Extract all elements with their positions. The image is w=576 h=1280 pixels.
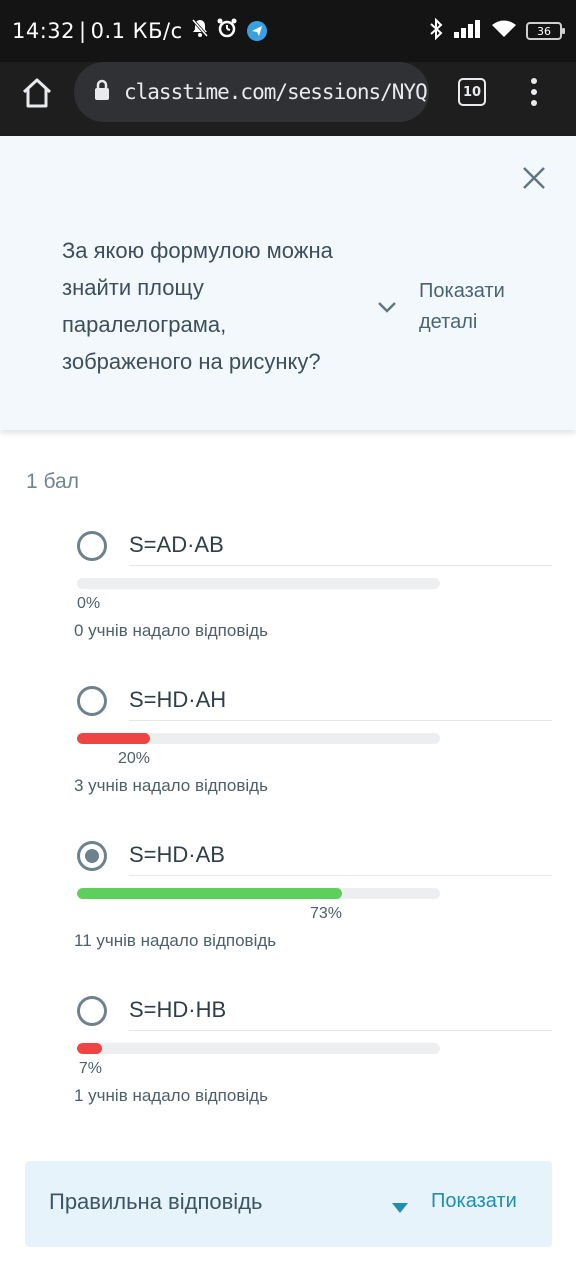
progress-track (77, 1043, 440, 1054)
progress-fill (77, 733, 150, 744)
signal-icon (454, 20, 482, 42)
answer-option: S=HD·AH 20% 3 учнів надало відповідь (0, 686, 576, 826)
answer-label: S=HD·HB (129, 997, 227, 1022)
percent-label: 7% (78, 1060, 102, 1077)
lock-icon (94, 79, 110, 105)
alarm-icon (217, 18, 237, 43)
divider (129, 875, 552, 876)
close-icon[interactable] (518, 162, 550, 194)
answer-label: S=HD·AH (129, 687, 227, 712)
menu-dot (531, 89, 537, 95)
answer-option: S=AD·AB 0% 0 учнів надало відповідь (0, 531, 576, 671)
menu-dot (531, 100, 537, 106)
response-count: 0 учнів надало відповідь (74, 621, 268, 640)
response-count: 11 учнів надало відповідь (74, 931, 277, 950)
battery-level: 36 (537, 24, 551, 38)
radio-button[interactable] (77, 841, 107, 871)
menu-dot (531, 78, 537, 84)
divider (129, 720, 552, 721)
progress-fill (77, 888, 342, 899)
wifi-icon (492, 20, 516, 42)
telegram-icon (246, 20, 267, 41)
radio-button[interactable] (77, 531, 107, 561)
status-left: 14:32 | 0.1 КБ/с (12, 18, 267, 43)
status-divider: | (79, 18, 87, 43)
url-bar[interactable]: classtime.com/sessions/NYQ (74, 62, 429, 122)
battery-icon: 36 (526, 22, 565, 40)
divider (129, 1030, 552, 1031)
bell-off-icon (191, 18, 209, 43)
status-speed: 0.1 КБ/с (90, 18, 183, 43)
progress-track (77, 888, 440, 899)
progress-fill (77, 1043, 102, 1054)
status-right: 36 (428, 17, 565, 44)
percent-label: 73% (309, 905, 342, 922)
tabs-button[interactable]: 10 (458, 78, 486, 106)
response-count: 3 учнів надало відповідь (74, 776, 268, 795)
answer-option: S=HD·HB 7% 1 учнів надало відповідь (0, 996, 576, 1136)
radio-button[interactable] (77, 686, 107, 716)
question-text: За якою формулою можна знайти площу пара… (62, 238, 333, 374)
correct-answer-panel[interactable]: Правильна відповідь Показати (25, 1161, 552, 1247)
progress-track (77, 578, 440, 589)
caret-down-icon[interactable] (392, 1198, 408, 1213)
percent-label: 0% (77, 595, 101, 612)
progress-track (77, 733, 440, 744)
chevron-down-icon[interactable] (376, 296, 398, 318)
divider (129, 565, 552, 566)
show-details-link[interactable]: Показати деталі (419, 276, 539, 338)
home-icon[interactable] (20, 76, 54, 110)
menu-button[interactable] (524, 76, 544, 108)
points-label: 1 бал (26, 470, 79, 493)
correct-answer-title: Правильна відповідь (49, 1189, 263, 1214)
status-bar: 14:32 | 0.1 КБ/с 36 (0, 0, 576, 62)
question-header: За якою формулою можна знайти площу пара… (0, 136, 576, 430)
response-count: 1 учнів надало відповідь (74, 1086, 268, 1105)
browser-toolbar: classtime.com/sessions/NYQ 10 (0, 62, 576, 136)
radio-button[interactable] (77, 996, 107, 1026)
answer-option: S=HD·AB 73% 11 учнів надало відповідь (0, 841, 576, 981)
bluetooth-icon (428, 17, 444, 44)
answer-label: S=HD·AB (129, 842, 225, 867)
show-correct-answer-link[interactable]: Показати (431, 1190, 517, 1213)
tab-count: 10 (462, 84, 482, 100)
percent-label: 20% (117, 750, 150, 767)
answer-label: S=AD·AB (129, 532, 224, 557)
status-time: 14:32 (12, 18, 76, 43)
url-text: classtime.com/sessions/NYQ (124, 80, 428, 104)
